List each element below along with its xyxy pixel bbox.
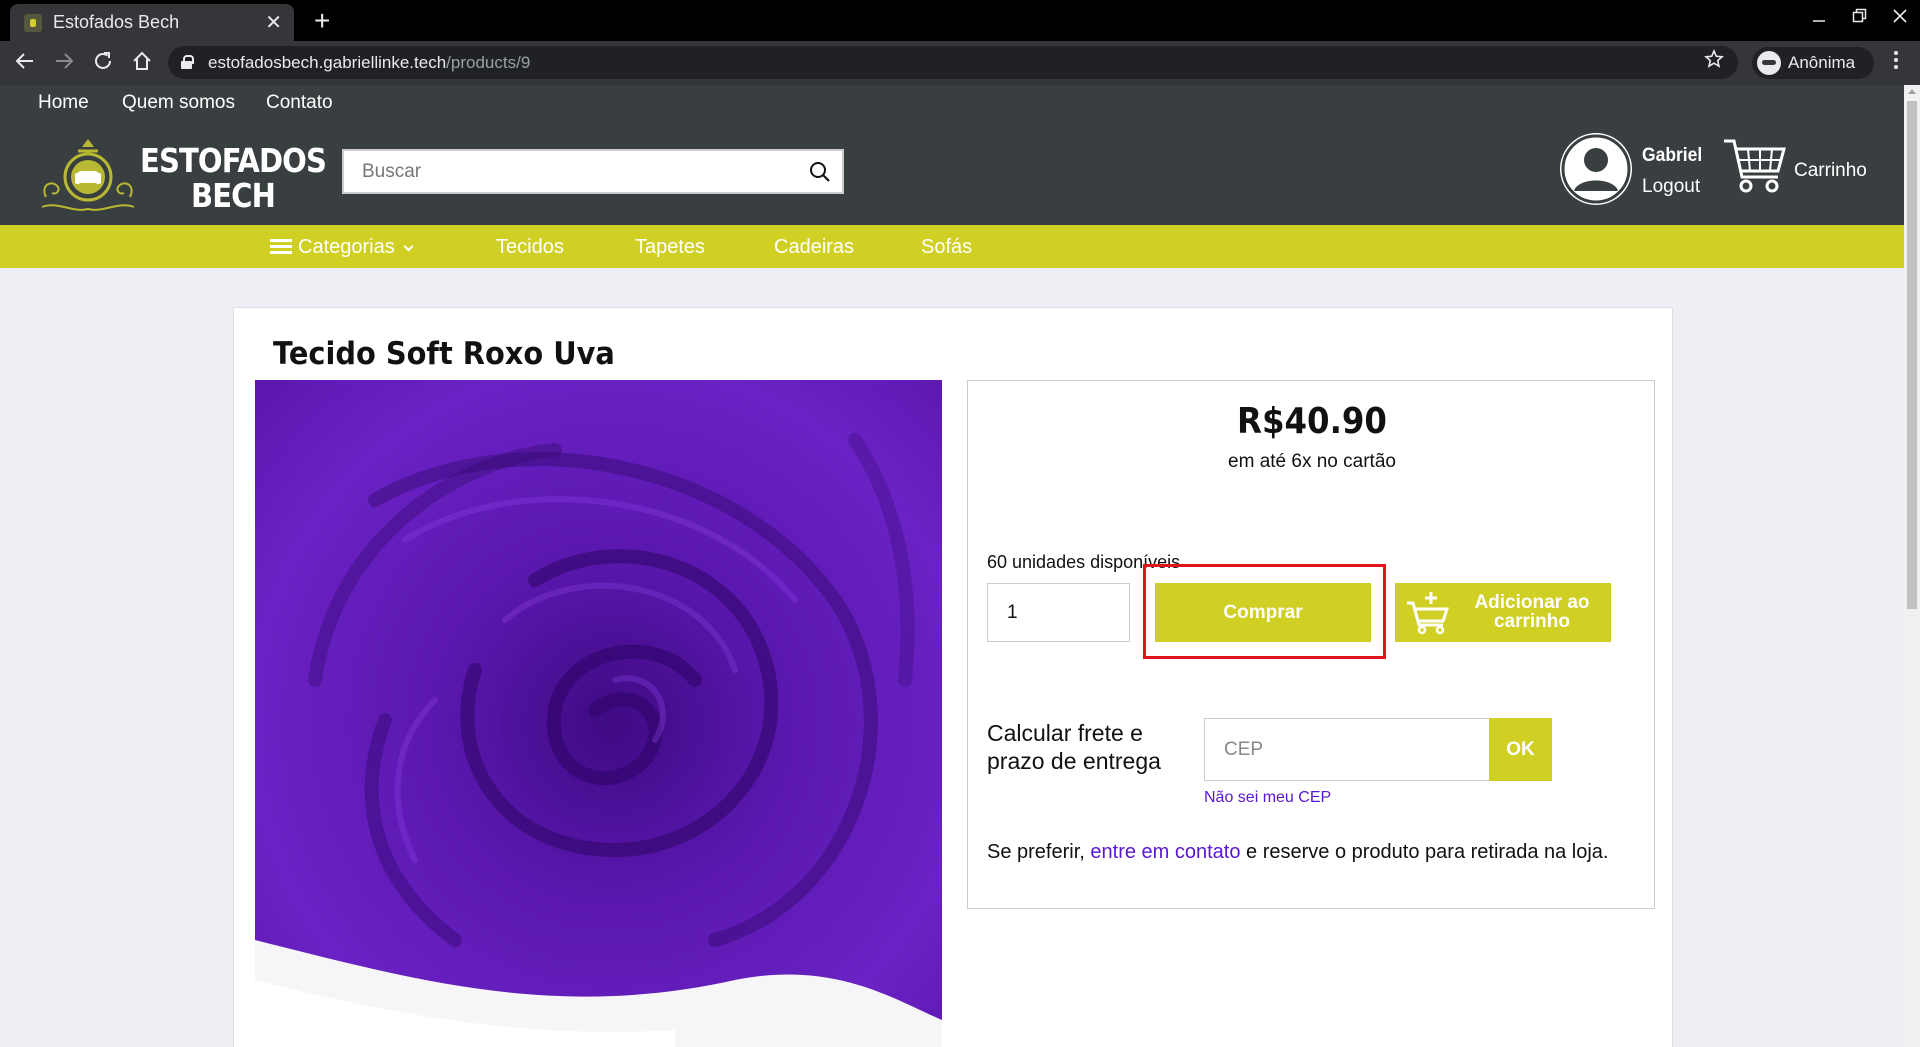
hamburger-icon[interactable]	[270, 239, 292, 255]
scroll-thumb[interactable]	[1907, 101, 1917, 609]
nav-item-sofas[interactable]: Sofás	[921, 236, 972, 259]
cep-ok-button[interactable]: OK	[1489, 718, 1552, 781]
pickup-text: Se preferir, entre em contato e reserve …	[987, 841, 1609, 863]
close-window-icon[interactable]	[1892, 8, 1908, 29]
tab-close-icon[interactable]: ✕	[265, 10, 282, 35]
browser-tab-bar: Estofados Bech ✕ +	[0, 0, 1920, 41]
home-icon[interactable]	[131, 50, 153, 77]
logo-text: ESTOFADOS BECH	[140, 141, 327, 215]
product-image	[255, 380, 942, 1047]
category-bar: Categorias Tecidos Tapetes Cadeiras Sofá…	[0, 225, 1904, 268]
favicon-icon	[24, 14, 42, 32]
about-link[interactable]: Quem somos	[122, 92, 235, 114]
user-avatar-icon[interactable]	[1560, 133, 1632, 205]
browser-toolbar: estofadosbech.gabriellinke.tech/products…	[0, 41, 1920, 85]
buy-button[interactable]: Comprar	[1155, 583, 1371, 642]
purchase-panel: R$40.90 em até 6x no cartão 60 unidades …	[967, 380, 1655, 909]
profile-label: Anônima	[1788, 53, 1856, 72]
nav-item-cadeiras[interactable]: Cadeiras	[774, 236, 854, 259]
tab-title: Estofados Bech	[53, 12, 180, 32]
lock-icon[interactable]	[181, 55, 194, 69]
kebab-menu-icon[interactable]	[1893, 50, 1899, 76]
add-to-cart-icon	[1407, 592, 1450, 635]
back-icon[interactable]	[14, 50, 36, 77]
installments-text: em até 6x no cartão	[1228, 451, 1396, 472]
nav-item-tecidos[interactable]: Tecidos	[496, 236, 564, 259]
add-to-cart-label: Adicionar ao carrinho	[1474, 592, 1590, 632]
cart-icon[interactable]	[1722, 137, 1788, 195]
search-box	[342, 149, 844, 194]
site-logo[interactable]: ESTOFADOS BECH	[38, 135, 327, 220]
forward-icon[interactable]	[53, 50, 75, 77]
stock-text: 60 unidades disponíveis	[987, 552, 1181, 572]
search-input[interactable]	[362, 159, 782, 185]
page-scrollbar[interactable]	[1904, 85, 1920, 1047]
contact-link[interactable]: Contato	[266, 92, 333, 114]
minimize-icon[interactable]	[1812, 6, 1826, 31]
freight-label: Calcular frete e prazo de entrega	[987, 720, 1161, 774]
star-icon[interactable]	[1704, 48, 1724, 75]
cep-help-link[interactable]: Não sei meu CEP	[1204, 789, 1331, 807]
product-title: Tecido Soft Roxo Uva	[273, 336, 615, 372]
user-name: Gabriel	[1642, 145, 1703, 166]
restore-icon[interactable]	[1852, 8, 1868, 29]
browser-tab[interactable]: Estofados Bech ✕	[10, 4, 294, 41]
product-card: Tecido Soft Roxo Uva R$40.90 em até 6x n…	[233, 307, 1673, 1047]
nav-item-tapetes[interactable]: Tapetes	[635, 236, 705, 259]
categories-dropdown[interactable]: Categorias	[298, 236, 395, 259]
contact-inline-link[interactable]: entre em contato	[1090, 841, 1240, 863]
profile-button[interactable]: Anônima	[1752, 47, 1874, 79]
logo-emblem-icon	[41, 139, 135, 211]
incognito-icon	[1757, 51, 1781, 75]
cart-link[interactable]: Carrinho	[1794, 160, 1867, 182]
reload-icon[interactable]	[92, 50, 114, 77]
site-header: Home Quem somos Contato ESTOFADOS BECH B…	[0, 85, 1904, 225]
address-bar[interactable]: estofadosbech.gabriellinke.tech/products…	[168, 46, 1738, 79]
url-text: estofadosbech.gabriellinke.tech/products…	[208, 53, 531, 72]
scroll-up-icon[interactable]	[1908, 89, 1916, 94]
search-icon[interactable]	[808, 160, 832, 184]
quantity-input[interactable]	[987, 583, 1130, 642]
product-price: R$40.90	[1237, 401, 1387, 442]
chevron-down-icon[interactable]	[403, 241, 414, 252]
new-tab-button[interactable]: +	[314, 5, 330, 37]
logout-link[interactable]: Logout	[1642, 176, 1700, 198]
cep-input[interactable]	[1204, 718, 1489, 781]
home-link[interactable]: Home	[38, 92, 89, 114]
add-to-cart-button[interactable]: Adicionar ao carrinho	[1395, 583, 1611, 642]
